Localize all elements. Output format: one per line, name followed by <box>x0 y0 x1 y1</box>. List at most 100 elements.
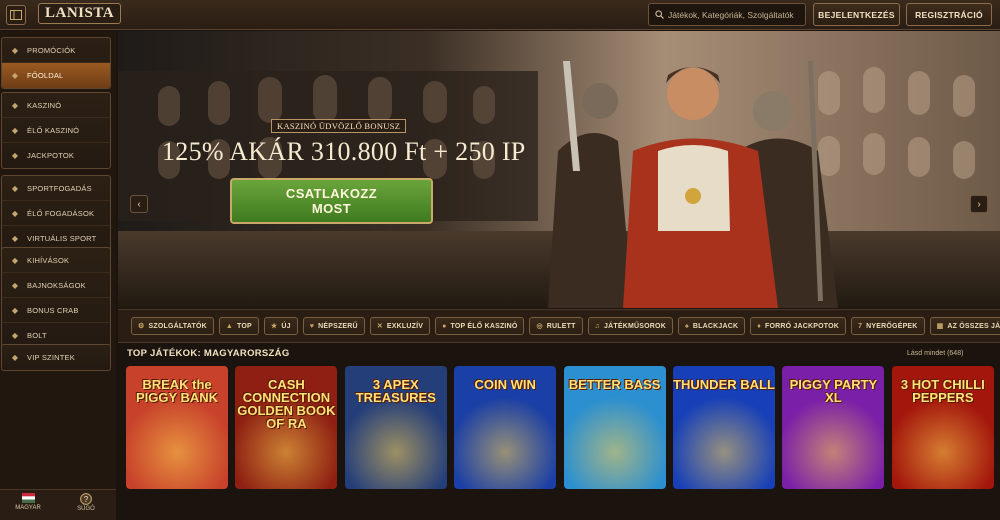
hero-bonus-tag: KASZINÓ ÜDVÖZLŐ BONUSZ <box>271 119 407 133</box>
category-label: EXKLUZÍV <box>386 322 424 330</box>
category-icon: ★ <box>270 323 278 330</box>
sidebar-item-élő-fogadások[interactable]: ◆ ÉLŐ FOGADÁSOK <box>2 201 110 226</box>
search-input[interactable] <box>668 9 798 20</box>
game-tile[interactable]: BREAK the PIGGY BANK <box>126 366 228 489</box>
top-games-row: BREAK the PIGGY BANK CASH CONNECTION GOLD… <box>126 366 1000 489</box>
category-chip[interactable]: ✕ EXKLUZÍV <box>369 317 431 335</box>
sidebar-item-label: FŐOLDAL <box>27 71 64 80</box>
sidebar-item-label: JACKPOTOK <box>27 151 75 160</box>
search-box[interactable] <box>648 3 806 26</box>
hero-next-button[interactable]: › <box>970 195 988 213</box>
sidebar-item-label: BOLT <box>27 331 47 340</box>
crown-icon: ◆ <box>11 353 19 362</box>
help-label: SÚGÓ <box>77 506 95 512</box>
category-icon: ● <box>442 322 447 330</box>
live-bets-icon: ◆ <box>11 208 19 218</box>
category-icon: 7 <box>858 322 863 330</box>
help-button[interactable]: ? SÚGÓ <box>62 493 110 512</box>
game-title: THUNDER BALL <box>673 377 775 392</box>
gift-icon: ◆ <box>11 45 19 55</box>
hero-prev-button[interactable]: ‹ <box>130 195 148 213</box>
sidebar-item-vip-szintek[interactable]: ◆ VIP SZINTEK <box>2 345 110 370</box>
game-title: BREAK the PIGGY BANK <box>135 377 219 405</box>
join-now-button[interactable]: CSATLAKOZZ MOST <box>230 178 433 224</box>
hungary-flag-icon <box>21 493 35 503</box>
logo[interactable]: LANISTA <box>38 3 122 24</box>
sidebar-group: ◆ KASZINÓ ◆ ÉLŐ KASZINÓ ◆ JACKPOTOK <box>1 92 111 169</box>
sidebar-item-label: VIRTUÁLIS SPORT <box>27 234 97 243</box>
game-tile[interactable]: THUNDER BALL <box>673 366 775 489</box>
category-chip[interactable]: ♫ JÁTÉKMŰSOROK <box>587 317 673 335</box>
category-chip[interactable]: ◎ RULETT <box>529 317 583 335</box>
sidebar-item-label: ÉLŐ KASZINÓ <box>27 125 80 135</box>
category-bar: ⚙ SZOLGÁLTATÓK ▲ TOP ★ ÚJ ♥ NÉPSZERŰ ✕ EXKLUZÍV ● T… <box>118 309 1000 343</box>
game-title: BETTER BASS <box>568 377 661 392</box>
game-tile[interactable]: 3 APEX TREASURES <box>344 366 447 489</box>
language-label: MAGYAR <box>15 505 41 511</box>
sidebar: ◆ PROMÓCIÓK ◆ FŐOLDAL ◆ KASZINÓ ◆ ÉLŐ KASZINÓ ◆ J… <box>0 31 116 520</box>
category-chip[interactable]: ♥ NÉPSZERŰ <box>302 317 365 335</box>
category-label: SZOLGÁLTATÓK <box>148 322 207 330</box>
category-icon: ◎ <box>536 323 543 330</box>
sidebar-item-főoldal[interactable]: ◆ FŐOLDAL <box>2 63 110 88</box>
chevron-left-icon: ‹ <box>137 198 141 210</box>
category-chip[interactable]: ▦AZ ÖSSZES JÁTÉK <box>929 317 1000 335</box>
category-label: TOP <box>237 322 252 330</box>
game-tile[interactable]: BETTER BASS <box>563 366 666 489</box>
game-title: PIGGY PARTY XL <box>789 377 878 405</box>
sidebar-item-bonus-crab[interactable]: ◆ BONUS CRAB <box>2 298 110 323</box>
sidebar-footer: MAGYAR ? SÚGÓ <box>0 489 116 520</box>
hero-background-illustration <box>118 31 1000 308</box>
sidebar-group: ◆ PROMÓCIÓK ◆ FŐOLDAL <box>1 37 111 89</box>
hero-banner[interactable]: ‹ › <box>118 31 1000 308</box>
category-chip[interactable]: ▲ TOP <box>218 317 259 335</box>
top-bar: LANISTA BEJELENTKEZÉS REGISZTRÁCIÓ <box>0 0 1000 30</box>
category-chip[interactable]: ● TOP ÉLŐ KASZINÓ <box>435 317 525 335</box>
category-label: NYERŐGÉPEK <box>866 322 918 330</box>
game-title: 3 APEX TREASURES <box>355 377 436 405</box>
menu-icon <box>10 10 22 20</box>
login-button[interactable]: BEJELENTKEZÉS <box>813 3 900 26</box>
category-icon: ♫ <box>594 322 601 330</box>
category-chip[interactable]: ♠ BLACKJACK <box>677 317 746 335</box>
see-all-link[interactable]: Lásd mindet (648) <box>907 350 963 357</box>
game-title: 3 HOT CHILLI PEPPERS <box>900 377 985 405</box>
category-label: RULETT <box>546 322 576 330</box>
game-title: CASH CONNECTION GOLDEN BOOK OF RA <box>237 377 336 431</box>
game-title: COIN WIN <box>474 377 536 392</box>
sidebar-group: ◆ VIP SZINTEK <box>1 344 111 371</box>
category-chip[interactable]: 7 NYERŐGÉPEK <box>851 317 925 335</box>
sidebar-item-élő-kaszinó[interactable]: ◆ ÉLŐ KASZINÓ <box>2 118 110 143</box>
sidebar-item-jackpotok[interactable]: ◆ JACKPOTOK <box>2 143 110 168</box>
game-tile[interactable]: CASH CONNECTION GOLDEN BOOK OF RA <box>235 366 338 489</box>
game-tile[interactable]: 3 HOT CHILLI PEPPERS <box>891 366 994 489</box>
sidebar-group: ◆ KIHÍVÁSOK ◆ BAJNOKSÁGOK ◆ BONUS CRAB ◆ BOLT <box>1 247 111 349</box>
sidebar-item-kihívások[interactable]: ◆ KIHÍVÁSOK <box>2 248 110 273</box>
sidebar-item-sportfogadás[interactable]: ◆ SPORTFOGADÁS <box>2 176 110 201</box>
shop-icon: ◆ <box>11 331 19 340</box>
category-chip[interactable]: ♦ FORRÓ JACKPOTOK <box>750 317 847 335</box>
sidebar-item-promóciók[interactable]: ◆ PROMÓCIÓK <box>2 38 110 63</box>
sidebar-item-bajnokságok[interactable]: ◆ BAJNOKSÁGOK <box>2 273 110 298</box>
sidebar-toggle-button[interactable] <box>6 5 26 25</box>
category-label: NÉPSZERŰ <box>318 322 358 330</box>
sidebar-item-label: SPORTFOGADÁS <box>27 183 92 193</box>
home-icon: ◆ <box>11 71 19 80</box>
language-button[interactable]: MAGYAR <box>4 493 52 511</box>
game-tile[interactable]: COIN WIN <box>454 366 557 489</box>
category-icon: ▲ <box>225 322 234 330</box>
category-label: FORRÓ JACKPOTOK <box>765 322 840 330</box>
sidebar-item-kaszinó[interactable]: ◆ KASZINÓ <box>2 93 110 118</box>
game-tile[interactable]: PIGGY PARTY XL <box>782 366 885 489</box>
ball-icon: ◆ <box>11 183 19 193</box>
help-icon: ? <box>80 493 92 505</box>
svg-text:?: ? <box>84 495 89 504</box>
virtual-icon: ◆ <box>11 234 19 243</box>
sidebar-item-label: KASZINÓ <box>27 100 62 110</box>
category-label: TOP ÉLŐ KASZINÓ <box>450 322 518 330</box>
category-icon: ▦ <box>936 323 944 330</box>
category-label: ÚJ <box>281 322 291 330</box>
register-button[interactable]: REGISZTRÁCIÓ <box>906 3 992 26</box>
category-chip[interactable]: ⚙ SZOLGÁLTATÓK <box>131 317 214 335</box>
category-chip[interactable]: ★ ÚJ <box>263 317 298 335</box>
